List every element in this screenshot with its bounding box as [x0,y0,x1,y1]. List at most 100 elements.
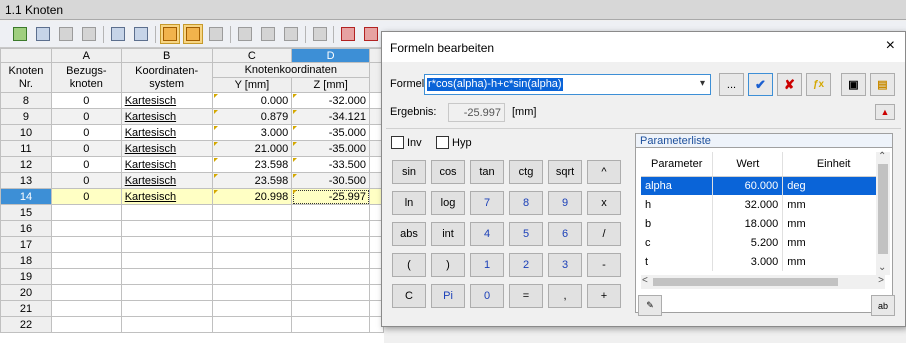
key-button[interactable]: 8 [509,191,543,215]
z-coordinate-cell[interactable] [291,300,371,317]
cut-icon[interactable] [338,24,358,44]
key-button[interactable]: abs [392,222,426,246]
export-icon[interactable] [131,24,151,44]
z-coordinate-cell[interactable] [291,316,371,333]
key-button[interactable]: ^ [587,160,621,184]
key-button[interactable]: 0 [470,284,504,308]
coord-system-cell[interactable] [120,300,213,317]
row-number[interactable]: 10 [0,124,52,141]
key-button[interactable]: = [509,284,543,308]
key-button[interactable]: 6 [548,222,582,246]
row-number[interactable]: 18 [0,252,52,269]
formula-value[interactable]: r*cos(alpha)-h+c*sin(alpha) [427,78,563,91]
table-row[interactable]: 12 0 Kartesisch 23.598 -33.500 [0,156,384,173]
z-coordinate-cell[interactable]: -32.000 [291,92,371,109]
key-button[interactable]: - [587,253,621,277]
row-number[interactable]: 14 [0,188,52,205]
ref-node-cell[interactable] [50,220,122,237]
z-coordinate-cell[interactable] [291,204,371,221]
table-row[interactable]: 18 [0,252,384,269]
vertical-scrollbar[interactable]: ⌃ ⌄ [876,151,890,275]
y-coordinate-cell[interactable]: 3.000 [211,124,293,141]
key-button[interactable]: 9 [548,191,582,215]
sort-icon[interactable] [281,24,301,44]
key-button[interactable]: x [587,191,621,215]
column-c-header[interactable]: C [211,48,293,63]
ref-node-cell[interactable]: 0 [50,140,122,157]
row-number[interactable]: 15 [0,204,52,221]
inv-checkbox[interactable]: Inv [391,136,422,149]
coord-system-cell[interactable] [120,268,213,285]
table-row[interactable]: 8 0 Kartesisch 0.000 -32.000 [0,92,384,109]
parameter-row[interactable]: c 5.200 mm [641,233,885,252]
z-coordinate-cell[interactable]: -35.000 [291,140,371,157]
move-down-icon[interactable] [258,24,278,44]
z-coordinate-cell[interactable]: -25.997 [291,188,371,205]
refresh-icon[interactable] [206,24,226,44]
parameter-row[interactable]: alpha 60.000 deg [641,176,885,195]
pin-icon[interactable] [361,24,381,44]
key-button[interactable]: sin [392,160,426,184]
key-button[interactable]: / [587,222,621,246]
open-folder-icon[interactable]: ▤ [870,73,895,96]
key-button[interactable]: Pi [431,284,465,308]
parameter-row[interactable]: t 3.000 mm [641,252,885,271]
table-add-row-icon[interactable] [33,24,53,44]
column-a-header[interactable]: A [50,48,122,63]
key-button[interactable]: ) [431,253,465,277]
table-row[interactable]: 21 [0,300,384,317]
y-coordinate-cell[interactable] [211,268,293,285]
filter-icon[interactable] [183,24,203,44]
table-insert-icon[interactable] [10,24,30,44]
coord-system-cell[interactable]: Kartesisch [120,92,213,109]
ref-node-cell[interactable] [50,204,122,221]
z-coordinate-cell[interactable]: -33.500 [291,156,371,173]
function-icon[interactable]: ƒx [806,73,831,96]
ref-node-cell[interactable] [50,300,122,317]
row-number[interactable]: 8 [0,92,52,109]
param-header-parameter[interactable]: Parameter [641,152,714,177]
key-button[interactable]: , [548,284,582,308]
key-button[interactable]: 5 [509,222,543,246]
table-row[interactable]: 16 [0,220,384,237]
ref-node-cell[interactable]: 0 [50,172,122,189]
coord-system-cell[interactable]: Kartesisch [120,156,213,173]
row-number[interactable]: 21 [0,300,52,317]
check-icon[interactable]: ✔ [748,73,773,96]
key-button[interactable]: ( [392,253,426,277]
y-coordinate-cell[interactable] [211,220,293,237]
coord-system-cell[interactable]: Kartesisch [120,188,213,205]
row-number[interactable]: 16 [0,220,52,237]
coord-system-cell[interactable]: Kartesisch [120,140,213,157]
key-button[interactable]: tan [470,160,504,184]
move-up-icon[interactable] [235,24,255,44]
parameter-row[interactable]: h 32.000 mm [641,195,885,214]
key-button[interactable]: + [587,284,621,308]
table-row[interactable]: 10 0 Kartesisch 3.000 -35.000 [0,124,384,141]
z-coordinate-cell[interactable]: -30.500 [291,172,371,189]
coord-system-cell[interactable] [120,316,213,333]
ref-node-cell[interactable]: 0 [50,124,122,141]
column-b-header[interactable]: B [120,48,213,63]
row-number[interactable]: 19 [0,268,52,285]
parameter-list-icon[interactable]: ab [871,295,895,316]
z-coordinate-cell[interactable] [291,220,371,237]
table-row[interactable]: 11 0 Kartesisch 21.000 -35.000 [0,140,384,157]
import-icon[interactable] [108,24,128,44]
coord-system-cell[interactable]: Kartesisch [120,172,213,189]
ref-node-cell[interactable] [50,284,122,301]
formula-input[interactable]: r*cos(alpha)-h+c*sin(alpha) ▾ [424,74,711,95]
table-row[interactable]: 19 [0,268,384,285]
table-clear-icon[interactable] [79,24,99,44]
z-coordinate-cell[interactable]: -35.000 [291,124,371,141]
y-coordinate-cell[interactable] [211,284,293,301]
row-number[interactable]: 22 [0,316,52,333]
ref-node-cell[interactable] [50,236,122,253]
key-button[interactable]: 4 [470,222,504,246]
y-coordinate-cell[interactable] [211,236,293,253]
ref-node-cell[interactable] [50,316,122,333]
table-delete-icon[interactable] [56,24,76,44]
y-coordinate-cell[interactable] [211,204,293,221]
z-coordinate-cell[interactable] [291,236,371,253]
key-button[interactable]: 7 [470,191,504,215]
